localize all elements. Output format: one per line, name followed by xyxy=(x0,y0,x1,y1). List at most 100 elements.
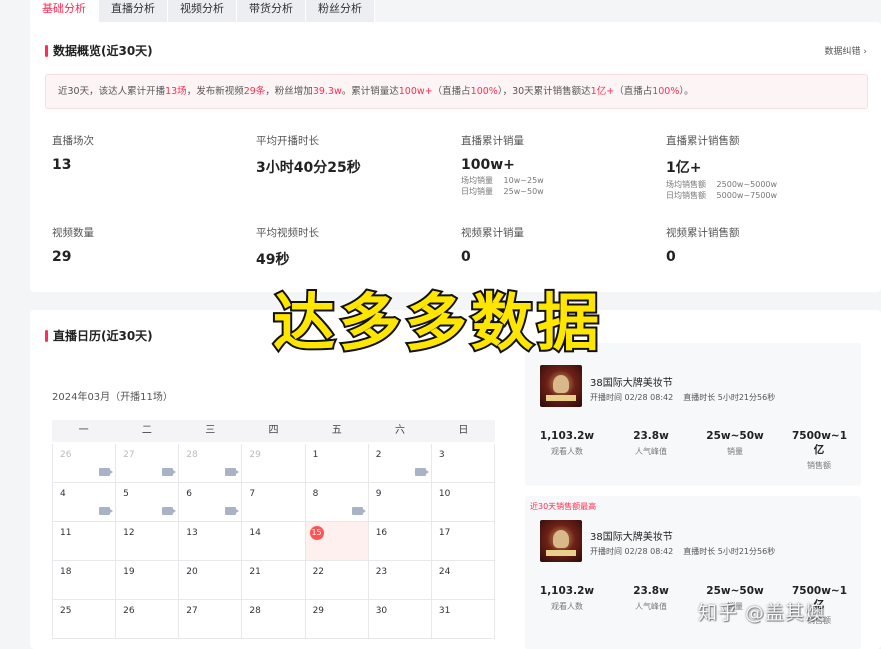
stat-gmv: 7500w~1亿 销售额 xyxy=(792,430,848,470)
calendar-day-number: 22 xyxy=(312,567,325,577)
calendar-day-number: 8 xyxy=(312,489,319,499)
live-session-card[interactable]: 38国际大牌美妆节 开播时间 02/28 08:42 直播时长 5小时21分56秒… xyxy=(525,343,861,486)
weekday-label: 二 xyxy=(141,425,152,436)
calendar-day[interactable]: 28 xyxy=(179,444,243,482)
calendar-day[interactable]: 16 xyxy=(369,522,432,560)
calendar-day-number: 26 xyxy=(123,606,135,616)
calendar-day-number: 18 xyxy=(60,567,72,577)
calendar-day[interactable]: 27 xyxy=(179,600,243,638)
tab-live-analysis[interactable]: 直播分析 xyxy=(99,0,168,22)
metric-sub-line: 场均销售额 2500w~5000w xyxy=(666,180,778,189)
calendar-day[interactable]: 9 xyxy=(369,483,432,521)
calendar-day[interactable]: 19 xyxy=(116,561,180,599)
metric-label: 直播累计销售额 xyxy=(666,135,740,147)
calendar-day[interactable]: 31 xyxy=(432,600,495,638)
metric-sub-line: 日均销售额 5000w~7500w xyxy=(666,191,778,200)
calendar-day[interactable]: 28 xyxy=(242,600,306,638)
tab-basic-analysis[interactable]: 基础分析 xyxy=(30,0,99,22)
metric-video-sales: 视频累计销量 0 xyxy=(461,225,661,265)
metric-value: 100w+ xyxy=(461,157,515,173)
calendar-day[interactable]: 12 xyxy=(116,522,180,560)
calendar-day[interactable]: 5 xyxy=(116,483,180,521)
live-camera-icon xyxy=(99,468,114,476)
metric-avg-live-duration: 平均开播时长 3小时40分25秒 xyxy=(256,133,456,177)
calendar-day-number: 21 xyxy=(249,567,261,577)
weekday-label: 三 xyxy=(205,425,216,436)
calendar-day[interactable]: 2 xyxy=(369,444,432,482)
calendar-weekday-header: 一 二 三 四 五 六 日 xyxy=(52,420,495,442)
calendar-day-number: 7 xyxy=(249,489,256,499)
calendar-day[interactable]: 17 xyxy=(432,522,495,560)
calendar-day[interactable]: 26 xyxy=(116,600,180,638)
calendar-day-number: 9 xyxy=(375,489,382,499)
weekday-label: 六 xyxy=(395,425,406,436)
metric-avg-video-duration: 平均视频时长 49秒 xyxy=(256,225,456,269)
calendar-grid: 26 27 28 29 1 2 3 4 5 6 7 8 9 10 11 12 13 14 15 16 17 18 19 20 2… xyxy=(52,444,495,639)
calendar-day-number: 4 xyxy=(60,489,66,499)
weekday-label: 五 xyxy=(331,425,342,436)
calendar-day-today[interactable]: 15 xyxy=(305,522,369,560)
calendar-day-number: 14 xyxy=(249,528,261,538)
metric-value: 0 xyxy=(461,249,471,265)
calendar-day[interactable]: 13 xyxy=(179,522,243,560)
weekday-label: 日 xyxy=(458,425,469,436)
live-cover-thumbnail xyxy=(540,520,582,562)
calendar-day[interactable]: 24 xyxy=(432,561,495,599)
calendar-day[interactable]: 23 xyxy=(369,561,432,599)
stat-viewers: 1,103.2w 观看人数 xyxy=(539,585,595,611)
calendar-day[interactable]: 18 xyxy=(52,561,117,599)
calendar-day-number: 20 xyxy=(186,567,198,577)
zhihu-watermark: 知乎 @盖其燠 xyxy=(698,602,826,624)
live-camera-icon xyxy=(162,468,177,476)
live-session-title: 38国际大牌美妆节 xyxy=(590,532,673,543)
calendar-day-number: 27 xyxy=(186,606,198,616)
live-session-title: 38国际大牌美妆节 xyxy=(590,378,673,389)
calendar-day[interactable]: 29 xyxy=(306,600,369,638)
overview-card: 数据概览(近30天) 数据纠错 › 近30天，该达人累计开播13场，发布新视频2… xyxy=(30,22,881,292)
calendar-day-number: 28 xyxy=(249,606,261,616)
calendar-month-label: 2024年03月（开播11场） xyxy=(52,392,173,403)
weekday-label: 一 xyxy=(78,425,89,436)
calendar-day[interactable]: 11 xyxy=(52,522,117,560)
calendar-day[interactable]: 14 xyxy=(242,522,306,560)
live-cover-thumbnail xyxy=(540,365,582,407)
calendar-day[interactable]: 27 xyxy=(116,444,180,482)
summary-banner: 近30天，该达人累计开播13场，发布新视频29条，粉丝增加39.3w。累计销量达… xyxy=(45,74,868,109)
live-session-card-top-gmv[interactable]: 近30天销售额最高 38国际大牌美妆节 开播时间 02/28 08:42 直播时长… xyxy=(525,496,861,649)
calendar-week-row: 26 27 28 29 1 2 3 xyxy=(52,444,495,483)
stat-viewers: 1,103.2w 观看人数 xyxy=(539,430,595,456)
tab-video-analysis[interactable]: 视频分析 xyxy=(168,0,237,22)
calendar-day-number: 10 xyxy=(438,489,451,499)
calendar-day[interactable]: 4 xyxy=(52,483,117,521)
calendar-day[interactable]: 1 xyxy=(306,444,369,482)
calendar-day[interactable]: 21 xyxy=(242,561,306,599)
calendar-day-number: 24 xyxy=(438,567,451,577)
live-camera-icon xyxy=(351,507,366,515)
calendar-day[interactable]: 25 xyxy=(52,600,117,638)
data-correction-link[interactable]: 数据纠错 › xyxy=(825,44,867,57)
overlay-caption: 达多多数据 xyxy=(271,284,604,361)
calendar-day[interactable]: 7 xyxy=(242,483,306,521)
calendar-day[interactable]: 26 xyxy=(52,444,117,482)
metric-label: 视频数量 xyxy=(52,227,94,239)
metric-live-sessions: 直播场次 13 xyxy=(52,133,252,173)
metric-video-count: 视频数量 29 xyxy=(52,225,252,265)
metric-value: 1亿+ xyxy=(666,160,702,176)
calendar-day-number: 25 xyxy=(60,606,72,616)
calendar-day[interactable]: 8 xyxy=(306,483,369,521)
calendar-day-number: 31 xyxy=(438,606,451,616)
live-camera-icon xyxy=(99,507,114,515)
calendar-day-number: 3 xyxy=(438,450,445,460)
title-accent-bar xyxy=(45,45,48,57)
calendar-day[interactable]: 6 xyxy=(179,483,243,521)
calendar-day[interactable]: 30 xyxy=(369,600,432,638)
calendar-day[interactable]: 10 xyxy=(432,483,495,521)
calendar-day-number: 13 xyxy=(186,528,198,538)
calendar-week-row: 18 19 20 21 22 23 24 xyxy=(52,561,495,600)
tab-fans-analysis[interactable]: 粉丝分析 xyxy=(306,0,375,22)
calendar-day[interactable]: 3 xyxy=(432,444,495,482)
calendar-day[interactable]: 22 xyxy=(306,561,369,599)
calendar-day[interactable]: 20 xyxy=(179,561,243,599)
tab-sales-analysis[interactable]: 带货分析 xyxy=(237,0,306,22)
calendar-day[interactable]: 29 xyxy=(242,444,306,482)
